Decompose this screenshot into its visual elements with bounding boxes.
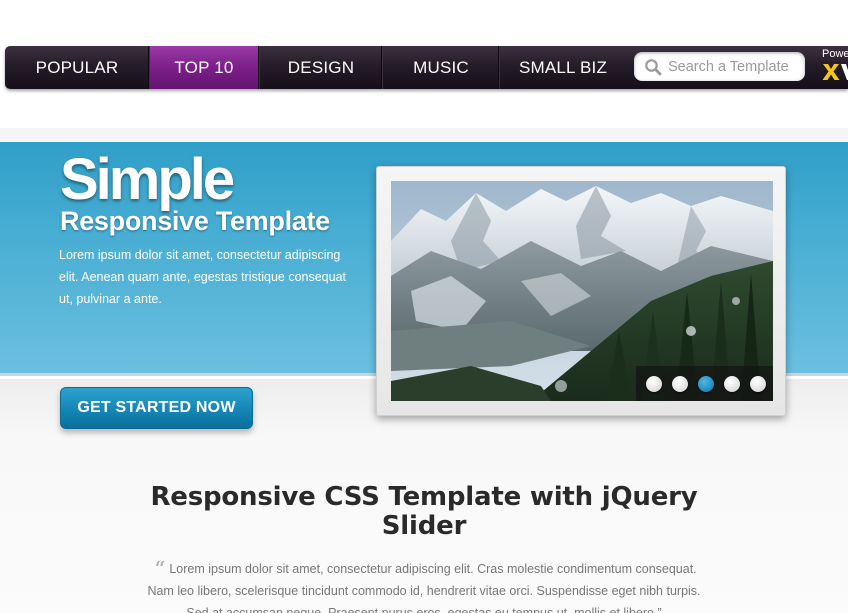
get-started-button[interactable]: GET STARTED NOW xyxy=(60,387,253,429)
nav-item-small-biz[interactable]: SMALL BIZ xyxy=(500,46,626,89)
nav-item-music[interactable]: MUSIC xyxy=(383,46,499,89)
content-paragraph-text: Lorem ipsum dolor sit amet, consectetur … xyxy=(147,562,701,613)
main-navbar: POPULAR TOP 10 DESIGN MUSIC SMALL BIZ Po… xyxy=(5,46,848,89)
content-paragraph: Lorem ipsum dolor sit amet, consectetur … xyxy=(144,558,704,613)
hero-top-strip xyxy=(0,128,848,143)
search-input[interactable] xyxy=(668,56,800,77)
slider-dot-active[interactable] xyxy=(698,376,714,392)
content-heading: Responsive CSS Template with jQuery Slid… xyxy=(150,482,698,541)
image-slider xyxy=(376,166,786,416)
slider-dot[interactable] xyxy=(672,376,688,392)
search-box[interactable] xyxy=(634,52,805,81)
nav-item-top-10[interactable]: TOP 10 xyxy=(150,46,258,89)
slider-pagination xyxy=(636,366,773,401)
search-icon xyxy=(645,59,662,76)
powered-by-label: Powe xyxy=(822,48,848,60)
hero-description: Lorem ipsum dolor sit amet, consectetur … xyxy=(59,248,346,306)
slider-dot[interactable] xyxy=(750,376,766,392)
nav-item-popular[interactable]: POPULAR xyxy=(5,46,149,89)
slider-dot[interactable] xyxy=(724,376,740,392)
hero-title: Simple xyxy=(60,147,235,212)
nav-item-design[interactable]: DESIGN xyxy=(260,46,382,89)
powered-by-logo[interactable] xyxy=(821,61,848,81)
hero-subtitle: Responsive Template xyxy=(60,206,330,236)
slider-dot[interactable] xyxy=(646,376,662,392)
